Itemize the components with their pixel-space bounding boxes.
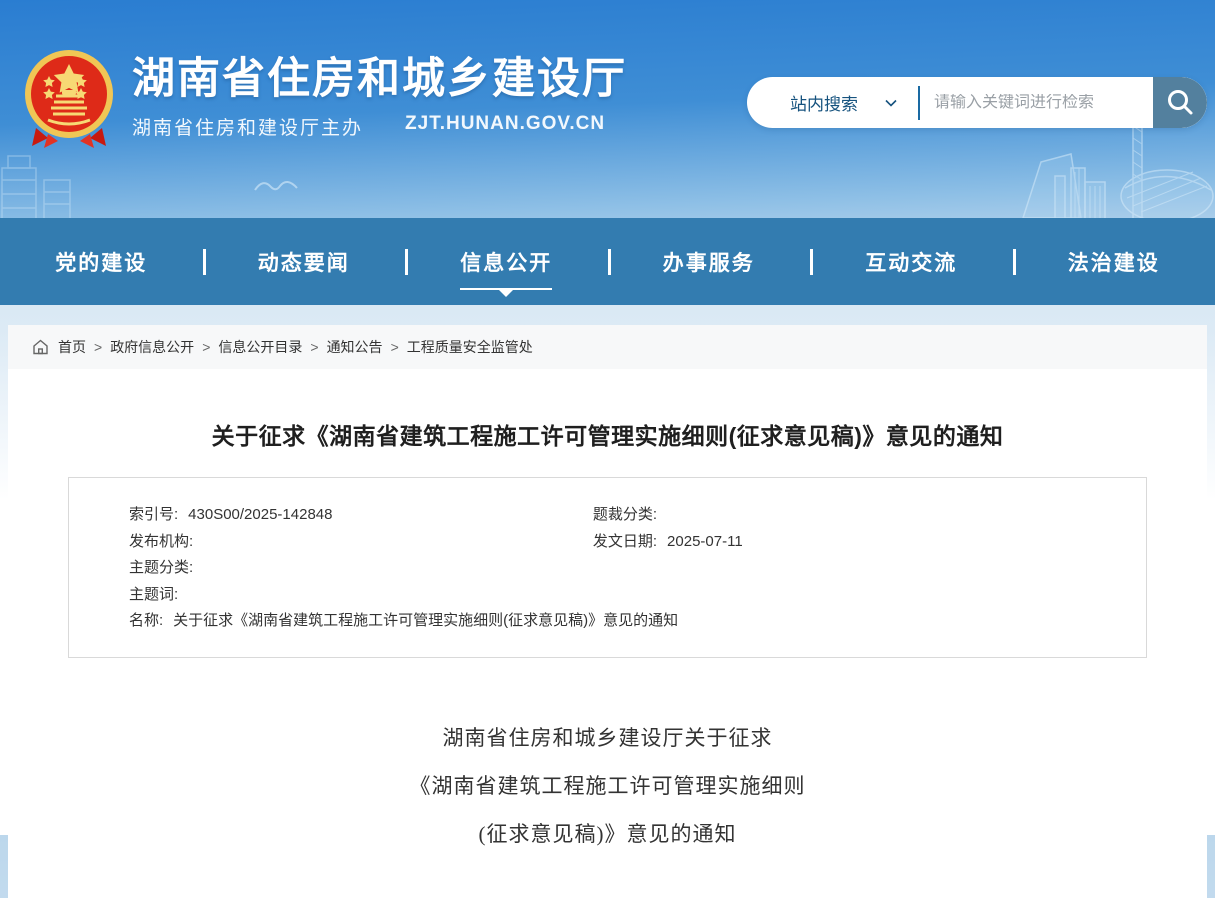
site-title: 湖南省住房和城乡建设厅 [132,56,627,103]
nav-item-rule-of-law[interactable]: 法治建设 [1013,218,1215,305]
search-button[interactable] [1153,77,1207,128]
nav-item-party-building[interactable]: 党的建设 [0,218,203,305]
main-nav: 党的建设 动态要闻 信息公开 办事服务 互动交流 法治建设 [0,218,1215,305]
site-subtitle: 湖南省住房和建设厅主办 ZJT.HUNAN.GOV.CN [132,113,627,140]
meta-date: 发文日期: 2025-07-11 [593,529,1116,556]
breadcrumb-info-catalog[interactable]: 信息公开目录 [218,337,302,357]
site-sponsor: 湖南省住房和建设厅主办 [132,113,363,140]
breadcrumb-current-dept[interactable]: 工程质量安全监管处 [407,337,533,357]
left-buildings-illustration [0,150,150,218]
content-container: 首页 > 政府信息公开 > 信息公开目录 > 通知公告 > 工程质量安全监管处 … [8,325,1207,898]
article-heading-line: 湖南省住房和城乡建设厅关于征求 [8,714,1207,762]
search-scope-select[interactable]: 站内搜索 [747,90,918,115]
meta-keywords: 主题词: [129,582,1116,609]
site-header: 湖南省住房和城乡建设厅 湖南省住房和建设厅主办 ZJT.HUNAN.GOV.CN… [0,0,1215,218]
meta-genre: 题裁分类: [593,502,1116,529]
breadcrumb: 首页 > 政府信息公开 > 信息公开目录 > 通知公告 > 工程质量安全监管处 [8,325,1207,369]
breadcrumb-notices[interactable]: 通知公告 [327,337,383,357]
nav-item-information-disclosure[interactable]: 信息公开 [405,218,608,305]
national-emblem-logo [18,46,120,150]
site-domain: ZJT.HUNAN.GOV.CN [405,113,605,140]
search-input[interactable] [920,94,1153,112]
active-tab-indicator [460,288,552,290]
breadcrumb-gov-info[interactable]: 政府信息公开 [110,337,194,357]
breadcrumb-home[interactable]: 首页 [58,337,86,357]
home-icon [32,339,49,355]
bird-decoration [253,176,299,194]
search-scope-label: 站内搜索 [790,90,858,115]
document-title: 关于征求《湖南省建筑工程施工许可管理实施细则(征求意见稿)》意见的通知 [8,417,1207,451]
brand[interactable]: 湖南省住房和城乡建设厅 湖南省住房和建设厅主办 ZJT.HUNAN.GOV.CN [18,46,627,150]
document-meta-box: 索引号: 430S00/2025-142848 题裁分类: 发布机构: 发文日期… [68,477,1147,658]
nav-item-interaction[interactable]: 互动交流 [810,218,1013,305]
article-heading-line: 《湖南省建筑工程施工许可管理实施细则 [8,762,1207,810]
meta-name: 名称: 关于征求《湖南省建筑工程施工许可管理实施细则(征求意见稿)》意见的通知 [129,608,1116,635]
site-search: 站内搜索 [747,77,1207,128]
article-body: 湖南省住房和城乡建设厅关于征求 《湖南省建筑工程施工许可管理实施细则 (征求意见… [8,714,1207,858]
article-heading-line: (征求意见稿)》意见的通知 [8,810,1207,858]
nav-item-news[interactable]: 动态要闻 [203,218,406,305]
skyline-illustration [1015,118,1215,218]
chevron-down-icon [884,96,898,110]
meta-topic: 主题分类: [129,555,1116,582]
nav-item-services[interactable]: 办事服务 [608,218,811,305]
meta-index: 索引号: 430S00/2025-142848 [129,502,593,529]
meta-agency: 发布机构: [129,529,593,556]
search-icon [1164,87,1196,119]
